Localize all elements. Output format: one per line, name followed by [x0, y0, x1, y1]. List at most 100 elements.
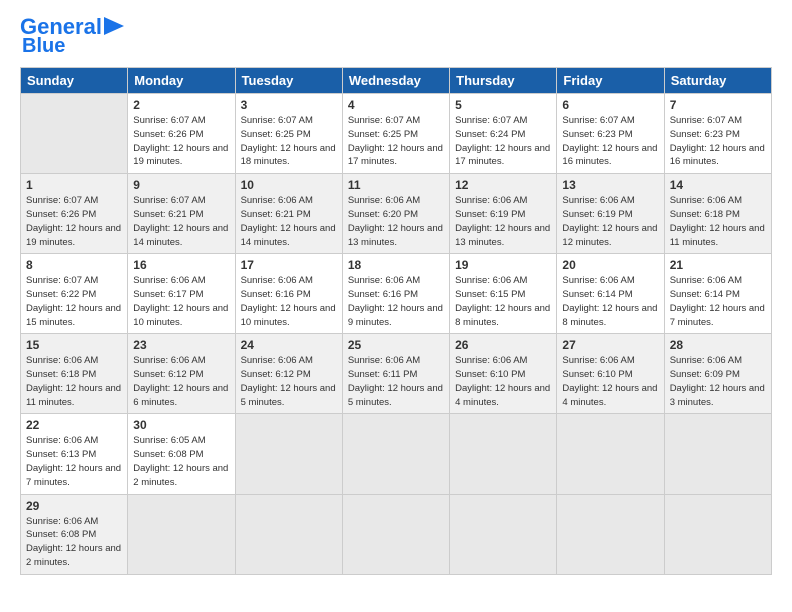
calendar-cell: 7 Sunrise: 6:07 AMSunset: 6:23 PMDayligh… — [664, 94, 771, 174]
calendar-week-row: 15 Sunrise: 6:06 AMSunset: 6:18 PMDaylig… — [21, 334, 772, 414]
day-info: Sunrise: 6:06 AMSunset: 6:20 PMDaylight:… — [348, 194, 444, 249]
day-info: Sunrise: 6:05 AMSunset: 6:08 PMDaylight:… — [133, 434, 229, 489]
day-number: 23 — [133, 338, 229, 352]
calendar-cell: 26 Sunrise: 6:06 AMSunset: 6:10 PMDaylig… — [450, 334, 557, 414]
day-number: 28 — [670, 338, 766, 352]
calendar-cell: 29 Sunrise: 6:06 AMSunset: 6:08 PMDaylig… — [21, 494, 128, 574]
calendar-cell — [128, 494, 235, 574]
calendar-cell: 9 Sunrise: 6:07 AMSunset: 6:21 PMDayligh… — [128, 174, 235, 254]
day-number: 26 — [455, 338, 551, 352]
day-info: Sunrise: 6:06 AMSunset: 6:12 PMDaylight:… — [241, 354, 337, 409]
calendar-week-row: 2 Sunrise: 6:07 AMSunset: 6:26 PMDayligh… — [21, 94, 772, 174]
calendar-cell — [664, 414, 771, 494]
day-header-saturday: Saturday — [664, 68, 771, 94]
day-number: 11 — [348, 178, 444, 192]
calendar-cell: 22 Sunrise: 6:06 AMSunset: 6:13 PMDaylig… — [21, 414, 128, 494]
calendar-cell — [21, 94, 128, 174]
day-number: 9 — [133, 178, 229, 192]
day-number: 20 — [562, 258, 658, 272]
day-info: Sunrise: 6:06 AMSunset: 6:13 PMDaylight:… — [26, 434, 122, 489]
calendar-cell: 17 Sunrise: 6:06 AMSunset: 6:16 PMDaylig… — [235, 254, 342, 334]
day-number: 24 — [241, 338, 337, 352]
day-info: Sunrise: 6:07 AMSunset: 6:26 PMDaylight:… — [133, 114, 229, 169]
day-number: 1 — [26, 178, 122, 192]
day-info: Sunrise: 6:06 AMSunset: 6:16 PMDaylight:… — [241, 274, 337, 329]
day-header-friday: Friday — [557, 68, 664, 94]
day-info: Sunrise: 6:07 AMSunset: 6:25 PMDaylight:… — [241, 114, 337, 169]
calendar-cell: 11 Sunrise: 6:06 AMSunset: 6:20 PMDaylig… — [342, 174, 449, 254]
calendar-week-row: 22 Sunrise: 6:06 AMSunset: 6:13 PMDaylig… — [21, 414, 772, 494]
day-info: Sunrise: 6:07 AMSunset: 6:24 PMDaylight:… — [455, 114, 551, 169]
calendar-cell — [342, 494, 449, 574]
day-header-sunday: Sunday — [21, 68, 128, 94]
day-info: Sunrise: 6:06 AMSunset: 6:14 PMDaylight:… — [562, 274, 658, 329]
day-number: 16 — [133, 258, 229, 272]
calendar-cell: 18 Sunrise: 6:06 AMSunset: 6:16 PMDaylig… — [342, 254, 449, 334]
calendar-cell: 6 Sunrise: 6:07 AMSunset: 6:23 PMDayligh… — [557, 94, 664, 174]
calendar-cell: 27 Sunrise: 6:06 AMSunset: 6:10 PMDaylig… — [557, 334, 664, 414]
calendar-cell — [450, 414, 557, 494]
logo: General Blue — [20, 15, 124, 57]
header: General Blue — [20, 15, 772, 57]
day-info: Sunrise: 6:06 AMSunset: 6:14 PMDaylight:… — [670, 274, 766, 329]
day-number: 25 — [348, 338, 444, 352]
calendar-week-row: 8 Sunrise: 6:07 AMSunset: 6:22 PMDayligh… — [21, 254, 772, 334]
day-info: Sunrise: 6:06 AMSunset: 6:08 PMDaylight:… — [26, 515, 122, 570]
calendar-cell — [557, 414, 664, 494]
day-number: 2 — [133, 98, 229, 112]
day-number: 18 — [348, 258, 444, 272]
day-number: 10 — [241, 178, 337, 192]
day-header-wednesday: Wednesday — [342, 68, 449, 94]
calendar-week-row: 1 Sunrise: 6:07 AMSunset: 6:26 PMDayligh… — [21, 174, 772, 254]
day-number: 13 — [562, 178, 658, 192]
calendar-cell: 13 Sunrise: 6:06 AMSunset: 6:19 PMDaylig… — [557, 174, 664, 254]
day-info: Sunrise: 6:06 AMSunset: 6:17 PMDaylight:… — [133, 274, 229, 329]
calendar-cell — [342, 414, 449, 494]
day-number: 17 — [241, 258, 337, 272]
calendar-cell: 14 Sunrise: 6:06 AMSunset: 6:18 PMDaylig… — [664, 174, 771, 254]
day-number: 5 — [455, 98, 551, 112]
day-number: 27 — [562, 338, 658, 352]
calendar-cell: 8 Sunrise: 6:07 AMSunset: 6:22 PMDayligh… — [21, 254, 128, 334]
logo-arrow-icon — [104, 17, 124, 35]
day-info: Sunrise: 6:06 AMSunset: 6:11 PMDaylight:… — [348, 354, 444, 409]
day-info: Sunrise: 6:06 AMSunset: 6:19 PMDaylight:… — [562, 194, 658, 249]
day-info: Sunrise: 6:06 AMSunset: 6:16 PMDaylight:… — [348, 274, 444, 329]
calendar-cell — [235, 414, 342, 494]
day-number: 4 — [348, 98, 444, 112]
calendar-cell: 23 Sunrise: 6:06 AMSunset: 6:12 PMDaylig… — [128, 334, 235, 414]
calendar-cell: 25 Sunrise: 6:06 AMSunset: 6:11 PMDaylig… — [342, 334, 449, 414]
day-info: Sunrise: 6:07 AMSunset: 6:23 PMDaylight:… — [670, 114, 766, 169]
calendar-table: SundayMondayTuesdayWednesdayThursdayFrid… — [20, 67, 772, 574]
calendar-cell: 16 Sunrise: 6:06 AMSunset: 6:17 PMDaylig… — [128, 254, 235, 334]
day-number: 30 — [133, 418, 229, 432]
day-number: 6 — [562, 98, 658, 112]
calendar-cell: 21 Sunrise: 6:06 AMSunset: 6:14 PMDaylig… — [664, 254, 771, 334]
day-info: Sunrise: 6:07 AMSunset: 6:25 PMDaylight:… — [348, 114, 444, 169]
calendar-cell: 2 Sunrise: 6:07 AMSunset: 6:26 PMDayligh… — [128, 94, 235, 174]
day-number: 14 — [670, 178, 766, 192]
calendar-cell: 3 Sunrise: 6:07 AMSunset: 6:25 PMDayligh… — [235, 94, 342, 174]
calendar-cell: 28 Sunrise: 6:06 AMSunset: 6:09 PMDaylig… — [664, 334, 771, 414]
calendar-header-row: SundayMondayTuesdayWednesdayThursdayFrid… — [21, 68, 772, 94]
calendar-cell: 19 Sunrise: 6:06 AMSunset: 6:15 PMDaylig… — [450, 254, 557, 334]
day-info: Sunrise: 6:06 AMSunset: 6:15 PMDaylight:… — [455, 274, 551, 329]
day-info: Sunrise: 6:06 AMSunset: 6:12 PMDaylight:… — [133, 354, 229, 409]
calendar-body: 2 Sunrise: 6:07 AMSunset: 6:26 PMDayligh… — [21, 94, 772, 574]
calendar-cell: 20 Sunrise: 6:06 AMSunset: 6:14 PMDaylig… — [557, 254, 664, 334]
day-header-tuesday: Tuesday — [235, 68, 342, 94]
day-info: Sunrise: 6:07 AMSunset: 6:22 PMDaylight:… — [26, 274, 122, 329]
calendar-cell: 5 Sunrise: 6:07 AMSunset: 6:24 PMDayligh… — [450, 94, 557, 174]
day-info: Sunrise: 6:06 AMSunset: 6:19 PMDaylight:… — [455, 194, 551, 249]
calendar-cell — [557, 494, 664, 574]
day-number: 21 — [670, 258, 766, 272]
day-info: Sunrise: 6:06 AMSunset: 6:18 PMDaylight:… — [26, 354, 122, 409]
calendar-cell: 15 Sunrise: 6:06 AMSunset: 6:18 PMDaylig… — [21, 334, 128, 414]
day-number: 3 — [241, 98, 337, 112]
day-header-monday: Monday — [128, 68, 235, 94]
calendar-cell — [235, 494, 342, 574]
day-info: Sunrise: 6:07 AMSunset: 6:21 PMDaylight:… — [133, 194, 229, 249]
day-info: Sunrise: 6:07 AMSunset: 6:26 PMDaylight:… — [26, 194, 122, 249]
day-number: 8 — [26, 258, 122, 272]
day-info: Sunrise: 6:07 AMSunset: 6:23 PMDaylight:… — [562, 114, 658, 169]
